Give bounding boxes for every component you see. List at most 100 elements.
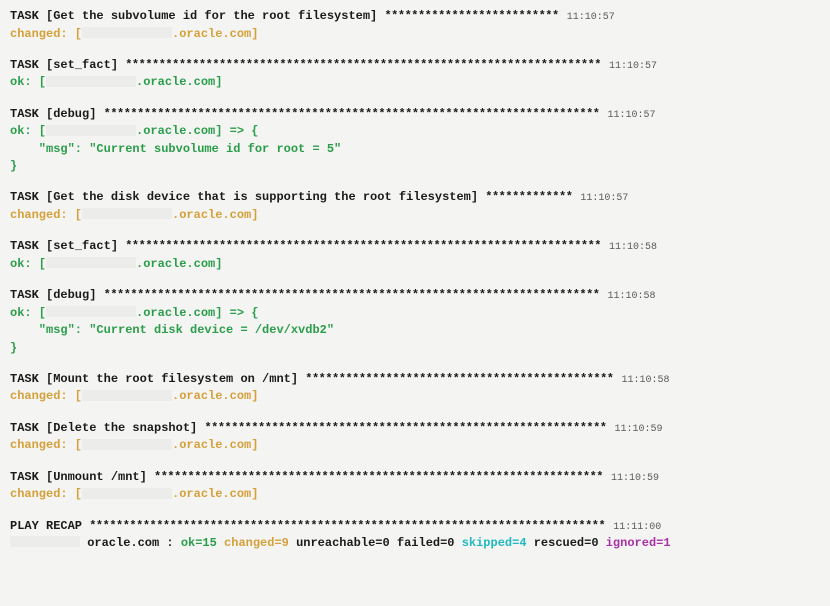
- play-recap-block: PLAY RECAP *****************************…: [10, 518, 820, 553]
- task-title-text: TASK [debug]: [10, 107, 104, 121]
- host-suffix: .oracle.com: [172, 438, 251, 452]
- host-suffix: .oracle.com: [136, 306, 215, 320]
- task-header: TASK [Delete the snapshot] *************…: [10, 420, 820, 438]
- recap-ignored: ignored=1: [606, 536, 671, 550]
- task-fill: ****************************************…: [154, 470, 603, 484]
- status-prefix: ok: [: [10, 75, 46, 89]
- host-suffix: .oracle.com: [172, 487, 251, 501]
- task-title-line: TASK [Get the disk device that is suppor…: [10, 189, 572, 206]
- task-title-text: TASK [Mount the root filesystem on /mnt]: [10, 372, 305, 386]
- status-close: ]: [251, 389, 258, 403]
- status-close: ]: [251, 27, 258, 41]
- recap-rescued: rescued=0: [534, 536, 599, 550]
- task-fill: ****************************************…: [104, 107, 600, 121]
- task-fill: ****************************************…: [125, 58, 601, 72]
- task-status-line: changed: [.oracle.com]: [10, 388, 820, 405]
- task-header: TASK [debug] ***************************…: [10, 106, 820, 124]
- debug-msg-line: "msg": "Current disk device = /dev/xvdb2…: [10, 322, 820, 339]
- task-title-line: TASK [Mount the root filesystem on /mnt]…: [10, 371, 614, 388]
- task-timestamp: 11:10:58: [622, 374, 670, 389]
- recap-title-text: PLAY RECAP: [10, 519, 89, 533]
- recap-changed: changed=9: [224, 536, 289, 550]
- task-title-text: TASK [set_fact]: [10, 239, 125, 253]
- recap-unreachable: unreachable=0: [296, 536, 390, 550]
- status-close: ] => {: [215, 306, 258, 320]
- task-title-text: TASK [Delete the snapshot]: [10, 421, 204, 435]
- host-redacted: [46, 125, 136, 136]
- host-redacted: [82, 390, 172, 401]
- recap-timestamp: 11:11:00: [613, 521, 661, 536]
- task-timestamp: 11:10:57: [580, 192, 628, 207]
- task-status-line: changed: [.oracle.com]: [10, 437, 820, 454]
- task-block: TASK [set_fact] ************************…: [10, 238, 820, 273]
- task-timestamp: 11:10:59: [611, 472, 659, 487]
- recap-sep: :: [159, 536, 181, 550]
- task-title-line: TASK [debug] ***************************…: [10, 287, 600, 304]
- host-suffix: .oracle.com: [136, 124, 215, 138]
- debug-close-brace: }: [10, 158, 820, 175]
- recap-failed: failed=0: [397, 536, 455, 550]
- host-redacted: [46, 257, 136, 268]
- task-status-line: ok: [.oracle.com]: [10, 74, 820, 91]
- task-status-line: ok: [.oracle.com]: [10, 256, 820, 273]
- status-close: ] => {: [215, 124, 258, 138]
- task-block: TASK [Get the subvolume id for the root …: [10, 8, 820, 43]
- status-close: ]: [251, 438, 258, 452]
- task-timestamp: 11:10:59: [615, 423, 663, 438]
- status-prefix: changed: [: [10, 389, 82, 403]
- task-title-line: TASK [Get the subvolume id for the root …: [10, 8, 559, 25]
- host-redacted: [82, 208, 172, 219]
- host-suffix: .oracle.com: [172, 27, 251, 41]
- task-title-text: TASK [set_fact]: [10, 58, 125, 72]
- host-redacted: [82, 439, 172, 450]
- recap-skipped: skipped=4: [462, 536, 527, 550]
- task-status-line: changed: [ .oracle.com]: [10, 486, 820, 503]
- host-redacted: [46, 306, 136, 317]
- status-prefix: ok: [: [10, 124, 46, 138]
- task-status-line: changed: [ .oracle.com]: [10, 207, 820, 224]
- recap-host-redacted: [10, 536, 80, 547]
- status-prefix: changed: [: [10, 208, 82, 222]
- task-block: TASK [debug] ***************************…: [10, 287, 820, 357]
- task-header: TASK [Mount the root filesystem on /mnt]…: [10, 371, 820, 389]
- task-block: TASK [Delete the snapshot] *************…: [10, 420, 820, 455]
- status-prefix: changed: [: [10, 27, 82, 41]
- task-header: TASK [Unmount /mnt] ********************…: [10, 469, 820, 487]
- status-close: ]: [251, 208, 258, 222]
- task-fill: ****************************************…: [204, 421, 606, 435]
- status-prefix: changed: [: [10, 487, 82, 501]
- task-fill: *************: [485, 190, 572, 204]
- task-timestamp: 11:10:58: [609, 241, 657, 256]
- task-block: TASK [Unmount /mnt] ********************…: [10, 469, 820, 504]
- task-timestamp: 11:10:57: [608, 109, 656, 124]
- task-title-text: TASK [Get the disk device that is suppor…: [10, 190, 485, 204]
- task-fill: ****************************************…: [125, 239, 601, 253]
- task-title-text: TASK [Get the subvolume id for the root …: [10, 9, 384, 23]
- task-title-text: TASK [Unmount /mnt]: [10, 470, 154, 484]
- recap-title-line: PLAY RECAP *****************************…: [10, 518, 605, 535]
- task-block: TASK [Get the disk device that is suppor…: [10, 189, 820, 224]
- recap-host-suffix: oracle.com: [80, 536, 159, 550]
- task-timestamp: 11:10:58: [608, 290, 656, 305]
- task-block: TASK [Mount the root filesystem on /mnt]…: [10, 371, 820, 406]
- debug-close-brace: }: [10, 340, 820, 357]
- debug-msg-line: "msg": "Current subvolume id for root = …: [10, 141, 820, 158]
- task-title-line: TASK [set_fact] ************************…: [10, 238, 601, 255]
- task-title-text: TASK [debug]: [10, 288, 104, 302]
- status-prefix: ok: [: [10, 257, 46, 271]
- host-suffix: .oracle.com: [172, 208, 251, 222]
- task-status-line: ok: [ .oracle.com] => {: [10, 123, 820, 140]
- host-suffix: .oracle.com: [136, 257, 215, 271]
- task-header: TASK [Get the disk device that is suppor…: [10, 189, 820, 207]
- status-prefix: ok: [: [10, 306, 46, 320]
- task-status-line: ok: [ .oracle.com] => {: [10, 305, 820, 322]
- host-redacted: [82, 27, 172, 38]
- recap-summary-line: oracle.com : ok=15 changed=9 unreachable…: [10, 535, 820, 552]
- task-title-line: TASK [Unmount /mnt] ********************…: [10, 469, 603, 486]
- status-close: ]: [251, 487, 258, 501]
- recap-ok: ok=15: [181, 536, 217, 550]
- task-timestamp: 11:10:57: [609, 60, 657, 75]
- task-title-line: TASK [debug] ***************************…: [10, 106, 600, 123]
- recap-fill: ****************************************…: [89, 519, 605, 533]
- host-redacted: [46, 76, 136, 87]
